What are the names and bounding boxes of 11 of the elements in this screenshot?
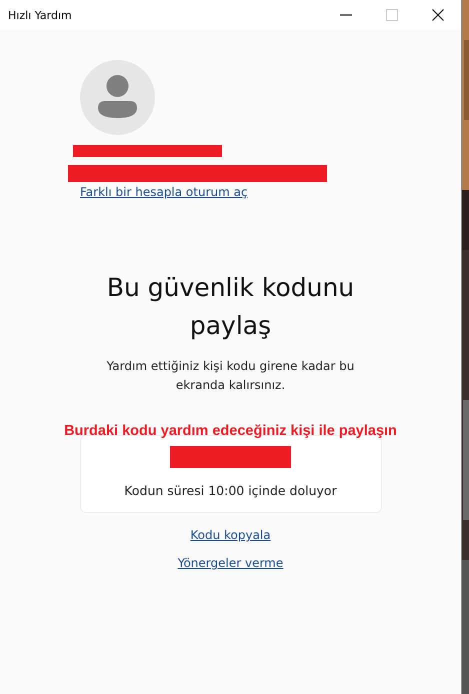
maximize-icon [386, 9, 398, 21]
close-icon [432, 9, 444, 21]
heading: Bu güvenlik kodunu paylaş [106, 272, 356, 342]
copy-code-link[interactable]: Kodu kopyala [190, 528, 271, 542]
expiry-text: Kodun süresi 10:00 içinde doluyor [124, 483, 337, 498]
avatar-icon [80, 60, 155, 135]
description-text: Yardım ettiğiniz kişi kodu girene kadar bu ekranda kalırsınız. [106, 358, 356, 394]
window-title: Hızlı Yardım [7, 8, 72, 22]
annotation-text: Burdaki kodu yardım edeceğiniz kişi ile paylaşın [64, 423, 397, 439]
switch-account-link[interactable]: Farklı bir hesapla oturum aç [80, 185, 248, 199]
instructions-link[interactable]: Yönergeler verme [178, 556, 284, 570]
